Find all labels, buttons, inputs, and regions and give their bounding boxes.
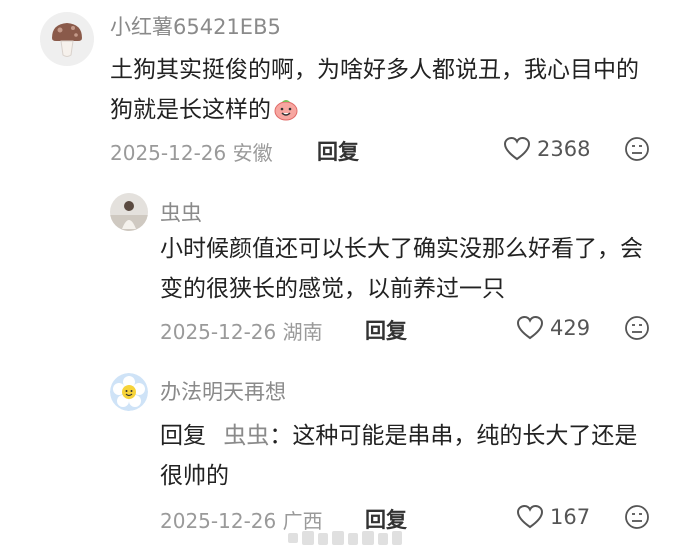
heart-outline-icon [503, 136, 531, 161]
person-photo-avatar-icon [110, 193, 148, 231]
comment-text-body: 土狗其实挺俊的啊，为啥好多人都说丑，我心目中的狗就是长这样的 [110, 57, 639, 123]
comment-location: 安徽 [232, 141, 273, 165]
like-count: 167 [550, 505, 591, 529]
like-button[interactable]: 2368 [503, 136, 590, 162]
flower-avatar-icon [110, 373, 148, 411]
mushroom-avatar-icon [40, 12, 94, 66]
comment-location: 湖南 [282, 320, 323, 344]
avatar[interactable] [110, 193, 148, 231]
comment-meta: 2025-12-26 安徽 [110, 137, 273, 166]
peach-face-emoji-icon [273, 94, 299, 134]
dislike-button[interactable] [624, 504, 650, 534]
reply-prefix: 回复 [160, 423, 206, 449]
username[interactable]: 办法明天再想 [160, 376, 286, 406]
comment-text: 土狗其实挺俊的啊，为啥好多人都说丑，我心目中的狗就是长这样的 [110, 50, 650, 134]
reply-to-username[interactable]: 虫虫 [223, 423, 269, 449]
reply-colon: ： [269, 423, 293, 449]
comment-meta: 2025-12-26 湖南 [160, 316, 323, 345]
dislike-face-icon [625, 137, 649, 161]
heart-outline-icon [516, 504, 544, 529]
like-button[interactable]: 429 [516, 315, 590, 341]
dislike-face-icon [625, 505, 649, 529]
dislike-face-icon [625, 316, 649, 340]
watermark [288, 527, 402, 553]
username[interactable]: 小红薯65421EB5 [110, 11, 281, 41]
comment-date: 2025-12-26 [160, 320, 277, 344]
avatar[interactable] [40, 12, 94, 66]
username[interactable]: 虫虫 [160, 197, 202, 227]
dislike-button[interactable] [624, 315, 650, 345]
comment-date: 2025-12-26 [160, 509, 277, 533]
heart-outline-icon [516, 315, 544, 340]
like-button[interactable]: 167 [516, 504, 590, 530]
reply-button[interactable]: 回复 [365, 315, 407, 345]
comment-date: 2025-12-26 [110, 141, 227, 165]
comment-text: 小时候颜值还可以长大了确实没那么好看了，会变的很狭长的感觉，以前养过一只 [160, 236, 643, 302]
reply-button[interactable]: 回复 [317, 136, 359, 166]
like-count: 2368 [537, 137, 591, 161]
like-count: 429 [550, 316, 591, 340]
dislike-button[interactable] [624, 136, 650, 166]
comment-text: 回复 虫虫：这种可能是串串，纯的长大了还是很帅的 [160, 416, 650, 496]
avatar[interactable] [110, 373, 148, 411]
